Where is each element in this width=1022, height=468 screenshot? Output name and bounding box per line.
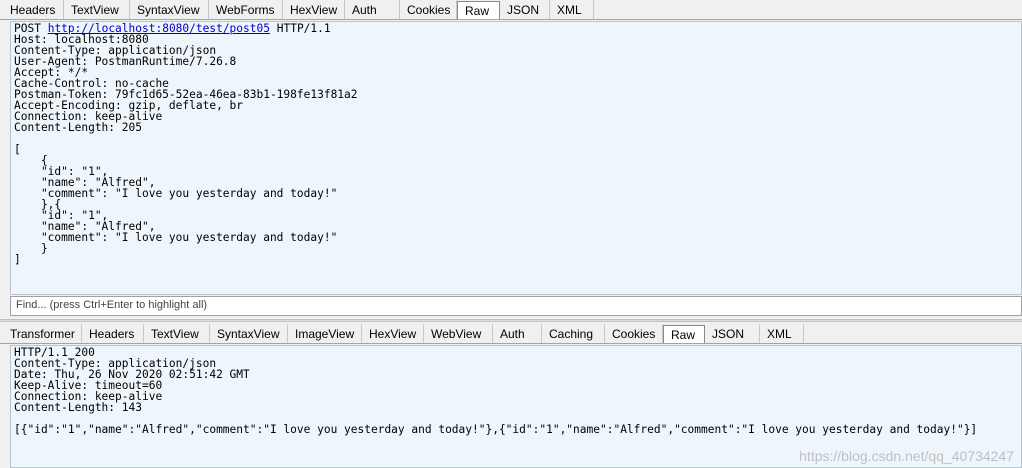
tab-hexview[interactable]: HexView	[283, 0, 345, 19]
request-headers-and-body: Host: localhost:8080 Content-Type: appli…	[14, 33, 358, 266]
tab-cookies[interactable]: Cookies	[400, 0, 457, 19]
tab-webview[interactable]: WebView	[424, 324, 493, 343]
tab-raw[interactable]: Raw	[457, 1, 500, 19]
tab-textview[interactable]: TextView	[144, 324, 210, 343]
tab-caching[interactable]: Caching	[542, 324, 605, 343]
request-raw-pane[interactable]: POST http://localhost:8080/test/post05 H…	[10, 21, 1022, 295]
request-protocol: HTTP/1.1	[276, 22, 331, 35]
tab-cookies[interactable]: Cookies	[605, 324, 663, 343]
response-raw-text: HTTP/1.1 200 Content-Type: application/j…	[14, 346, 978, 436]
watermark: https://blog.csdn.net/qq_40734247	[799, 448, 1014, 464]
find-input[interactable]: Find... (press Ctrl+Enter to highlight a…	[10, 296, 1022, 316]
tab-auth[interactable]: Auth	[345, 0, 400, 19]
tab-imageview[interactable]: ImageView	[288, 324, 362, 343]
pane-splitter[interactable]	[0, 319, 1022, 322]
request-tab-bar: Headers TextView SyntaxView WebForms Hex…	[0, 0, 1022, 20]
response-tab-bar: Transformer Headers TextView SyntaxView …	[0, 324, 1022, 344]
tab-hexview[interactable]: HexView	[362, 324, 424, 343]
tab-auth[interactable]: Auth	[493, 324, 542, 343]
tab-transformer[interactable]: Transformer	[3, 324, 82, 343]
tab-headers[interactable]: Headers	[82, 324, 144, 343]
tab-json[interactable]: JSON	[500, 0, 550, 19]
request-raw-text: POST http://localhost:8080/test/post05 H…	[11, 22, 1021, 265]
tab-xml[interactable]: XML	[550, 0, 594, 19]
tab-syntaxview[interactable]: SyntaxView	[210, 324, 288, 343]
tab-textview[interactable]: TextView	[64, 0, 130, 19]
tab-raw[interactable]: Raw	[663, 325, 705, 343]
tab-headers[interactable]: Headers	[3, 0, 64, 19]
tab-json[interactable]: JSON	[705, 324, 760, 343]
tab-syntaxview[interactable]: SyntaxView	[130, 0, 209, 19]
tab-webforms[interactable]: WebForms	[209, 0, 283, 19]
tab-xml[interactable]: XML	[760, 324, 804, 343]
